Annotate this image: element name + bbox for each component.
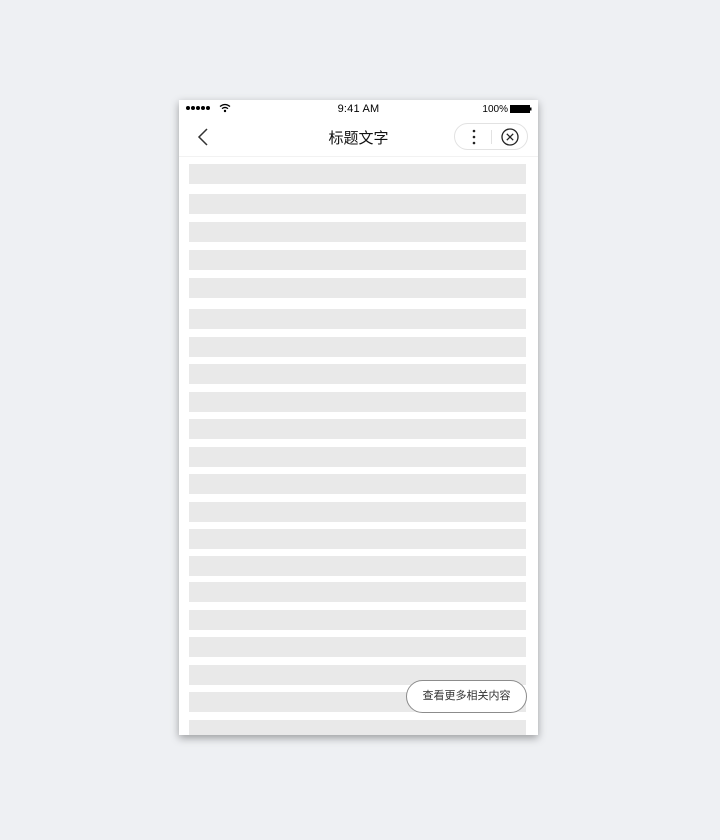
placeholder-bar [189, 222, 526, 242]
placeholder-bar [189, 720, 526, 735]
battery-percent: 100% [482, 104, 508, 115]
capsule-menu [454, 123, 528, 150]
placeholder-bar [189, 337, 526, 357]
placeholder-bar [189, 447, 526, 467]
nav-bar: 标题文字 [179, 118, 538, 157]
more-vertical-icon[interactable] [461, 125, 487, 149]
capsule-divider [491, 130, 492, 144]
placeholder-bar [189, 364, 526, 384]
view-more-button[interactable]: 查看更多相关内容 [406, 680, 527, 713]
placeholder-bar [189, 309, 526, 329]
battery-icon [510, 105, 532, 113]
close-circle-icon[interactable] [499, 126, 521, 148]
placeholder-bar [189, 392, 526, 412]
content-area [179, 100, 538, 735]
placeholder-bar [189, 529, 526, 549]
placeholder-bar [189, 474, 526, 494]
placeholder-bar [189, 556, 526, 576]
placeholder-bar [189, 637, 526, 657]
status-bar: 9:41 AM 100% [179, 100, 538, 118]
placeholder-bar [189, 194, 526, 214]
placeholder-bar [189, 278, 526, 298]
placeholder-bar [189, 502, 526, 522]
placeholder-bar [189, 164, 526, 184]
phone-screen: 9:41 AM 100% 标题文字 查看更多相关内容 [179, 100, 538, 735]
placeholder-bar [189, 582, 526, 602]
placeholder-bar [189, 250, 526, 270]
placeholder-bar [189, 610, 526, 630]
placeholder-bar [189, 419, 526, 439]
